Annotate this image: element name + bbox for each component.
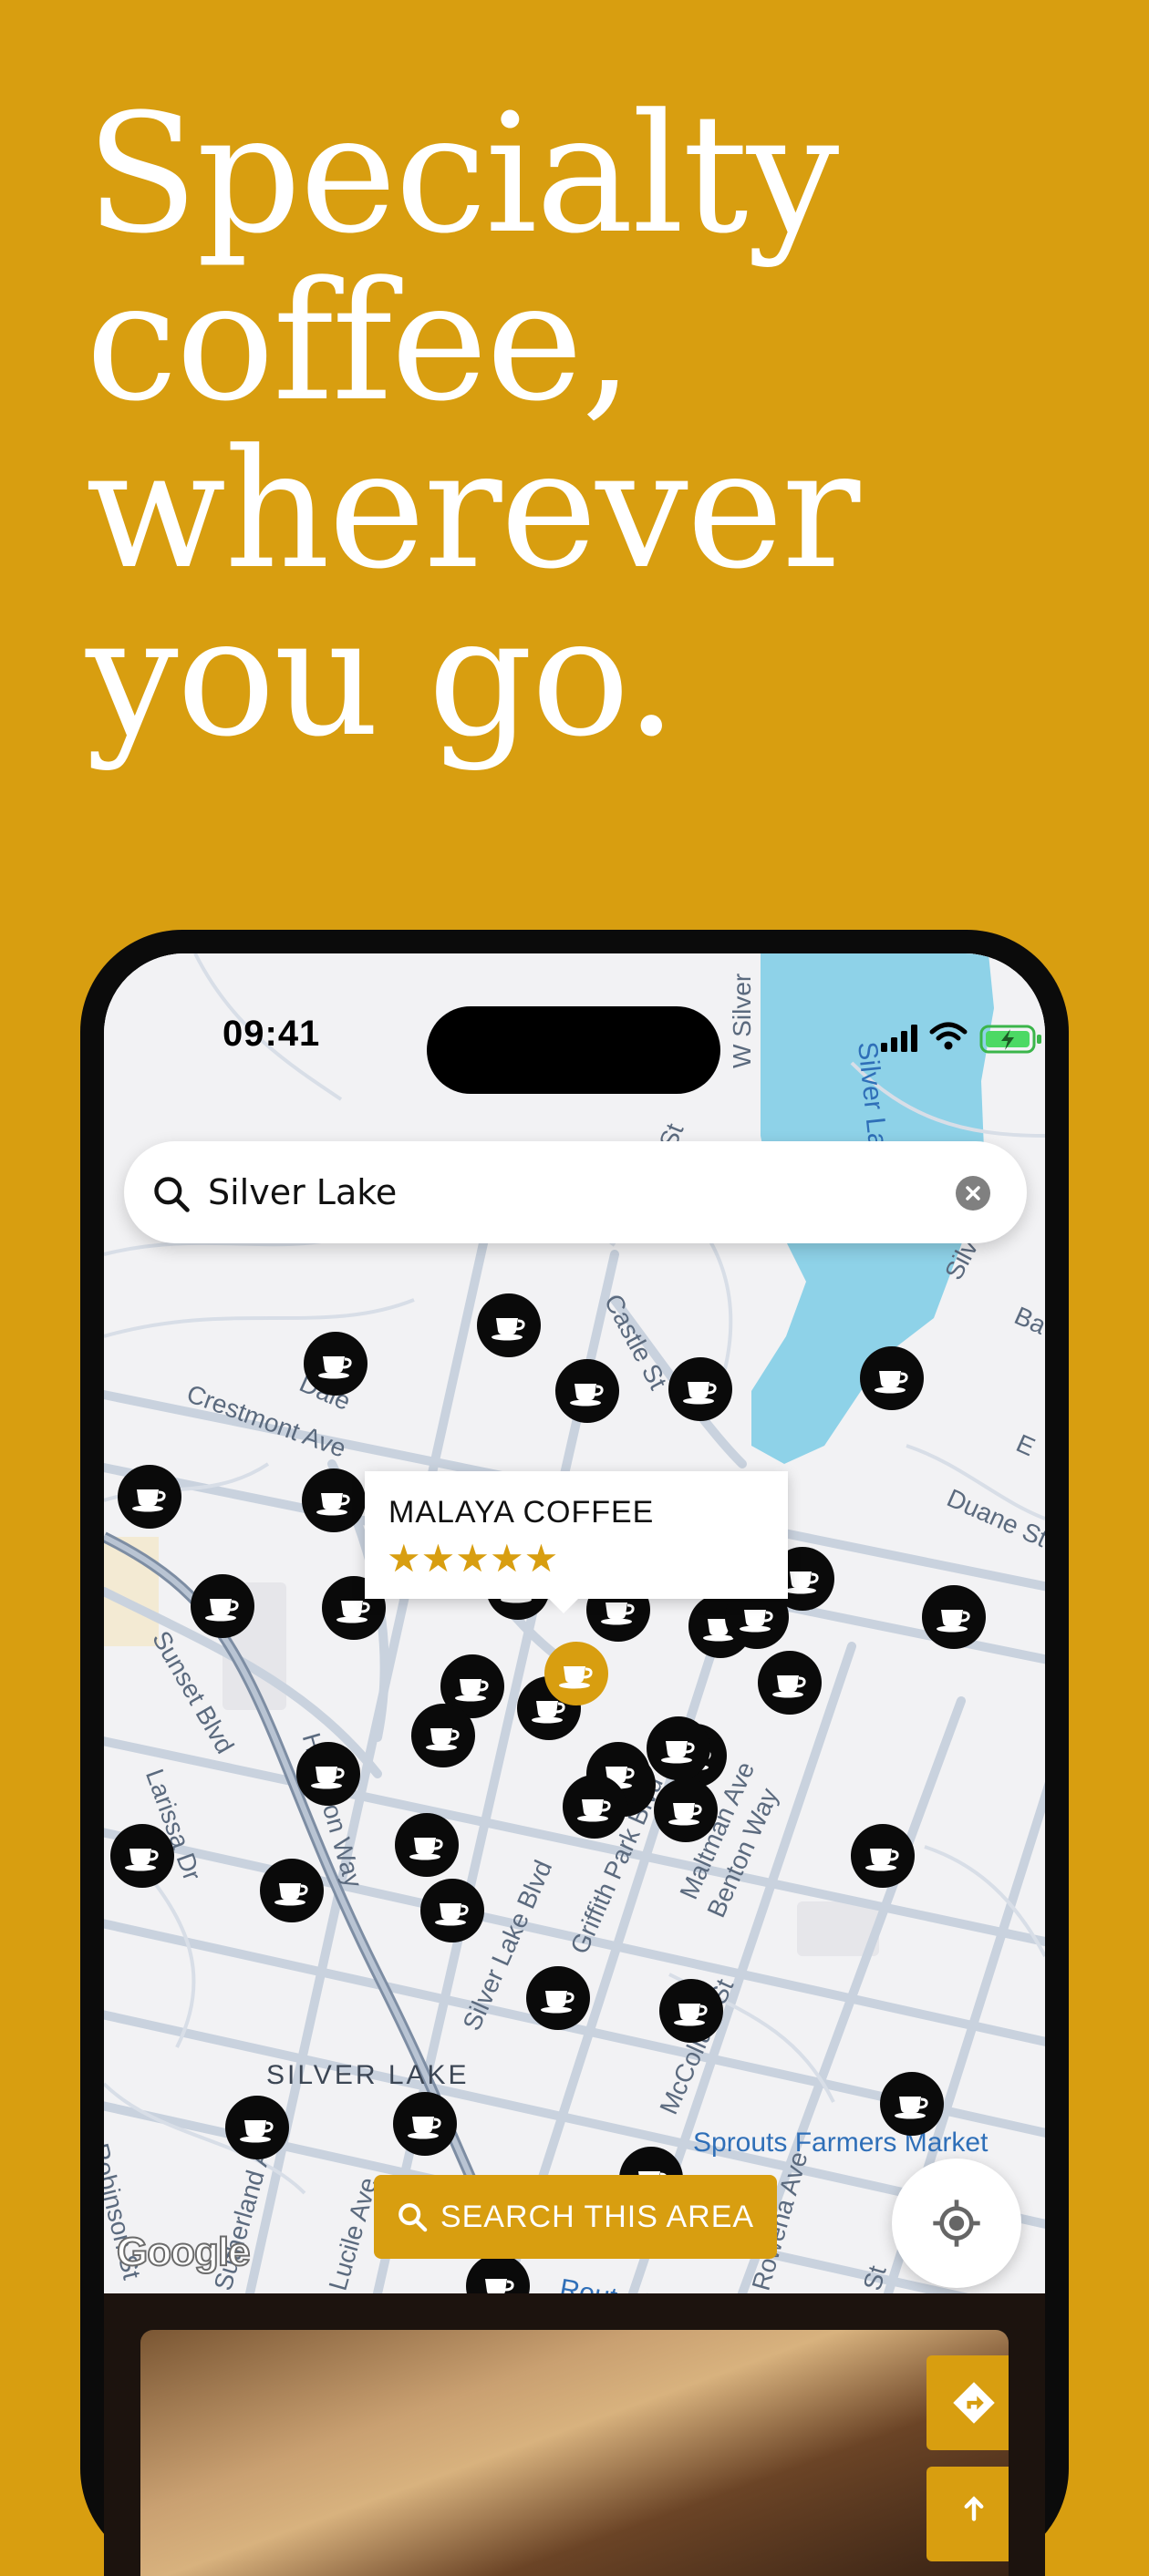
headline-line: you go. bbox=[86, 582, 678, 773]
clear-icon bbox=[966, 1186, 980, 1200]
battery-charging-icon bbox=[979, 1025, 1041, 1054]
locate-button[interactable] bbox=[892, 2159, 1021, 2288]
shop-callout[interactable]: MALAYA COFFEE ★★★★★ bbox=[365, 1471, 788, 1613]
coffee-cup-icon bbox=[577, 1799, 611, 1822]
coffee-cup-icon bbox=[772, 1675, 806, 1698]
coffee-shop-marker[interactable] bbox=[563, 1775, 626, 1839]
search-bar[interactable] bbox=[124, 1141, 1027, 1243]
phone-screen: W Silver Silver Lake Re Silver Redcliff … bbox=[104, 953, 1045, 2576]
coffee-cup-icon bbox=[311, 1767, 345, 1789]
coffee-cup-icon bbox=[205, 1599, 239, 1622]
status-bar: 09:41 bbox=[104, 953, 1045, 1094]
coffee-cup-icon bbox=[559, 1666, 593, 1689]
coffee-cup-icon bbox=[125, 1849, 159, 1871]
coffee-cup-icon bbox=[937, 1610, 970, 1633]
status-time: 09:41 bbox=[223, 1014, 321, 1054]
coffee-shop-marker[interactable] bbox=[296, 1742, 360, 1806]
coffee-cup-icon bbox=[570, 1384, 604, 1406]
coffee-cup-icon bbox=[274, 1883, 308, 1906]
clear-search-button[interactable] bbox=[956, 1176, 990, 1211]
coffee-shop-marker[interactable] bbox=[668, 1357, 732, 1421]
headline-line: wherever bbox=[86, 415, 860, 605]
search-this-area-label: SEARCH THIS AREA bbox=[440, 2199, 755, 2234]
coffee-shop-marker[interactable] bbox=[420, 1879, 484, 1942]
shop-name: MALAYA COFFEE bbox=[388, 1495, 655, 1530]
coffee-cup-icon bbox=[875, 1371, 908, 1394]
directions-button[interactable] bbox=[926, 2355, 1009, 2450]
coffee-cup-icon bbox=[409, 1838, 443, 1860]
phone-frame: W Silver Silver Lake Re Silver Redcliff … bbox=[80, 930, 1069, 2576]
coffee-cup-icon bbox=[740, 1610, 773, 1633]
coffee-shop-marker[interactable] bbox=[526, 1966, 590, 2030]
promo-headline: Specialty coffee, wherever you go. bbox=[86, 91, 1089, 762]
coffee-shop-marker[interactable] bbox=[191, 1574, 254, 1638]
coffee-shop-marker[interactable] bbox=[477, 1293, 541, 1357]
dynamic-island bbox=[427, 1006, 720, 1094]
coffee-shop-marker[interactable] bbox=[110, 1824, 174, 1888]
share-button[interactable] bbox=[926, 2467, 1009, 2561]
shop-card[interactable] bbox=[140, 2330, 1009, 2576]
coffee-cup-icon bbox=[865, 1849, 899, 1871]
coffee-shop-marker[interactable] bbox=[880, 2072, 944, 2136]
search-this-area-button[interactable]: SEARCH THIS AREA bbox=[374, 2175, 777, 2259]
coffee-cup-icon bbox=[895, 2097, 928, 2119]
coffee-cup-icon bbox=[492, 1318, 525, 1341]
coffee-shop-marker[interactable] bbox=[758, 1651, 822, 1715]
coffee-shop-marker[interactable] bbox=[225, 2096, 289, 2159]
coffee-cup-icon bbox=[435, 1903, 469, 1926]
coffee-shop-marker[interactable] bbox=[647, 1716, 710, 1780]
coffee-shop-marker[interactable] bbox=[118, 1465, 181, 1529]
coffee-shop-marker[interactable] bbox=[302, 1468, 366, 1532]
coffee-shop-marker[interactable] bbox=[260, 1859, 324, 1922]
headline-line: coffee, bbox=[86, 247, 634, 438]
coffee-shop-marker[interactable] bbox=[659, 1979, 723, 2043]
coffee-cup-icon bbox=[426, 1728, 460, 1751]
coffee-shop-marker[interactable] bbox=[304, 1332, 367, 1396]
coffee-shop-marker[interactable] bbox=[860, 1346, 924, 1410]
search-icon bbox=[154, 1177, 190, 1212]
locate-icon bbox=[933, 2200, 980, 2247]
coffee-cup-icon bbox=[668, 1803, 702, 1826]
coffee-cup-icon bbox=[661, 1741, 695, 1764]
directions-icon bbox=[953, 2382, 995, 2424]
coffee-shop-marker[interactable] bbox=[922, 1585, 986, 1649]
coffee-cup-icon bbox=[318, 1356, 352, 1379]
share-icon bbox=[964, 2496, 984, 2521]
shop-card-row bbox=[104, 2293, 1045, 2576]
shop-rating-stars: ★★★★★ bbox=[387, 1536, 559, 1581]
selected-coffee-marker[interactable] bbox=[544, 1642, 608, 1705]
coffee-cup-icon bbox=[674, 2004, 708, 2026]
search-icon bbox=[399, 2203, 428, 2232]
poi-label[interactable]: Sprouts Farmers Market bbox=[693, 2128, 988, 2159]
cellular-signal-icon bbox=[881, 1025, 917, 1052]
coffee-cup-icon bbox=[316, 1493, 350, 1516]
coffee-cup-icon bbox=[240, 2120, 274, 2143]
coffee-cup-icon bbox=[455, 1679, 489, 1702]
coffee-shop-marker[interactable] bbox=[395, 1813, 459, 1877]
coffee-cup-icon bbox=[132, 1489, 166, 1512]
coffee-shop-marker[interactable] bbox=[555, 1359, 619, 1423]
headline-line: Specialty bbox=[86, 79, 839, 270]
coffee-shop-marker[interactable] bbox=[654, 1778, 718, 1842]
wifi-icon bbox=[929, 1022, 968, 1050]
coffee-shop-marker[interactable] bbox=[851, 1824, 915, 1888]
coffee-cup-icon bbox=[408, 2117, 441, 2139]
search-input[interactable] bbox=[208, 1141, 919, 1243]
callout-tail bbox=[547, 1597, 580, 1613]
coffee-cup-icon bbox=[683, 1382, 717, 1405]
google-attribution[interactable]: Google bbox=[116, 2229, 252, 2275]
coffee-cup-icon bbox=[541, 1991, 574, 2014]
coffee-shop-marker[interactable] bbox=[411, 1704, 475, 1767]
neighborhood-label: SILVER LAKE bbox=[266, 2060, 470, 2090]
coffee-shop-marker[interactable] bbox=[393, 2092, 457, 2156]
